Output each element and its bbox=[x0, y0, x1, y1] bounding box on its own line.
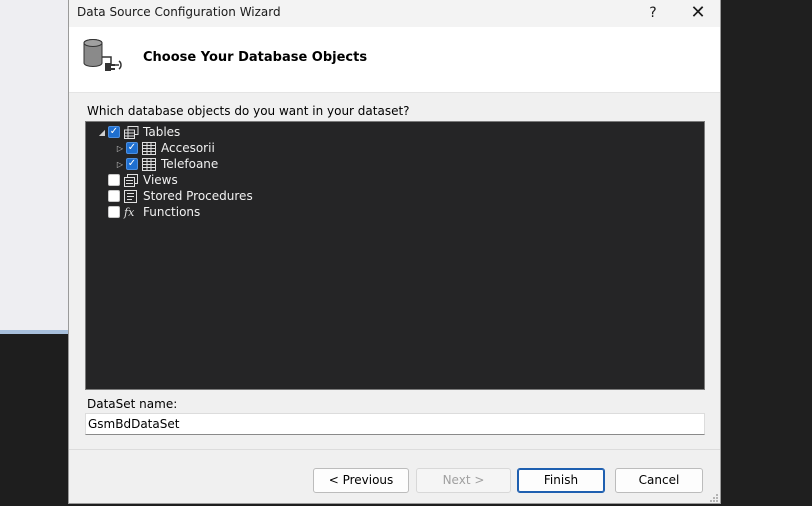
tree-node-accesorii[interactable]: ▷ ✓ Accesorii bbox=[114, 140, 215, 156]
table-icon bbox=[142, 157, 157, 171]
wizard-header: Choose Your Database Objects bbox=[69, 27, 720, 93]
database-connection-icon bbox=[81, 37, 125, 77]
page-title: Choose Your Database Objects bbox=[143, 50, 368, 65]
tree-node-stored-procedures[interactable]: Stored Procedures bbox=[108, 188, 253, 204]
background-editor-area bbox=[0, 334, 68, 506]
tables-checkbox[interactable]: ✓ bbox=[108, 126, 120, 138]
tree-node-label: Views bbox=[143, 173, 178, 187]
stored-procedures-checkbox[interactable] bbox=[108, 190, 120, 202]
tree-node-views[interactable]: Views bbox=[108, 172, 178, 188]
next-button[interactable]: Next > bbox=[416, 468, 511, 493]
tree-node-label: Telefoane bbox=[161, 157, 219, 171]
tree-node-tables[interactable]: ◢ ✓ Tables bbox=[96, 124, 180, 140]
expand-arrow-icon[interactable]: ▷ bbox=[114, 142, 126, 154]
background-window-panel bbox=[0, 0, 68, 330]
tree-node-label: Accesorii bbox=[161, 141, 215, 155]
accesorii-checkbox[interactable]: ✓ bbox=[126, 142, 138, 154]
views-checkbox[interactable] bbox=[108, 174, 120, 186]
tree-node-telefoane[interactable]: ▷ ✓ Telefoane bbox=[114, 156, 218, 172]
resize-grip-icon[interactable] bbox=[709, 492, 719, 502]
finish-button[interactable]: Finish bbox=[517, 468, 605, 493]
tree-node-label: Stored Procedures bbox=[143, 189, 253, 203]
help-button[interactable]: ? bbox=[638, 2, 668, 24]
objects-prompt-label: Which database objects do you want in yo… bbox=[87, 104, 410, 118]
function-icon: fx bbox=[124, 205, 135, 219]
tree-node-label: Tables bbox=[143, 125, 181, 139]
dataset-name-label: DataSet name: bbox=[87, 397, 178, 411]
tree-node-label: Functions bbox=[143, 205, 201, 219]
telefoane-checkbox[interactable]: ✓ bbox=[126, 158, 138, 170]
previous-button[interactable]: < Previous bbox=[313, 468, 409, 493]
cancel-button[interactable]: Cancel bbox=[615, 468, 703, 493]
tables-icon bbox=[124, 125, 139, 139]
collapse-arrow-icon[interactable]: ◢ bbox=[96, 126, 108, 138]
stored-procedures-icon bbox=[124, 189, 139, 203]
table-icon bbox=[142, 141, 157, 155]
footer-divider bbox=[69, 449, 720, 450]
wizard-dialog: Data Source Configuration Wizard ? ✕ Cho… bbox=[68, 0, 721, 504]
dataset-name-input[interactable] bbox=[85, 413, 705, 435]
background-editor-right bbox=[721, 0, 812, 506]
window-title: Data Source Configuration Wizard bbox=[77, 5, 281, 19]
tree-node-functions[interactable]: fx Functions bbox=[108, 204, 200, 220]
title-bar[interactable]: Data Source Configuration Wizard ? ✕ bbox=[69, 0, 720, 27]
database-objects-tree[interactable]: ◢ ✓ Tables ▷ ✓ Accesorii ▷ ✓ Telefoane V… bbox=[85, 121, 705, 390]
views-icon bbox=[124, 173, 139, 187]
functions-checkbox[interactable] bbox=[108, 206, 120, 218]
expand-arrow-icon[interactable]: ▷ bbox=[114, 158, 126, 170]
close-button[interactable]: ✕ bbox=[683, 2, 713, 24]
